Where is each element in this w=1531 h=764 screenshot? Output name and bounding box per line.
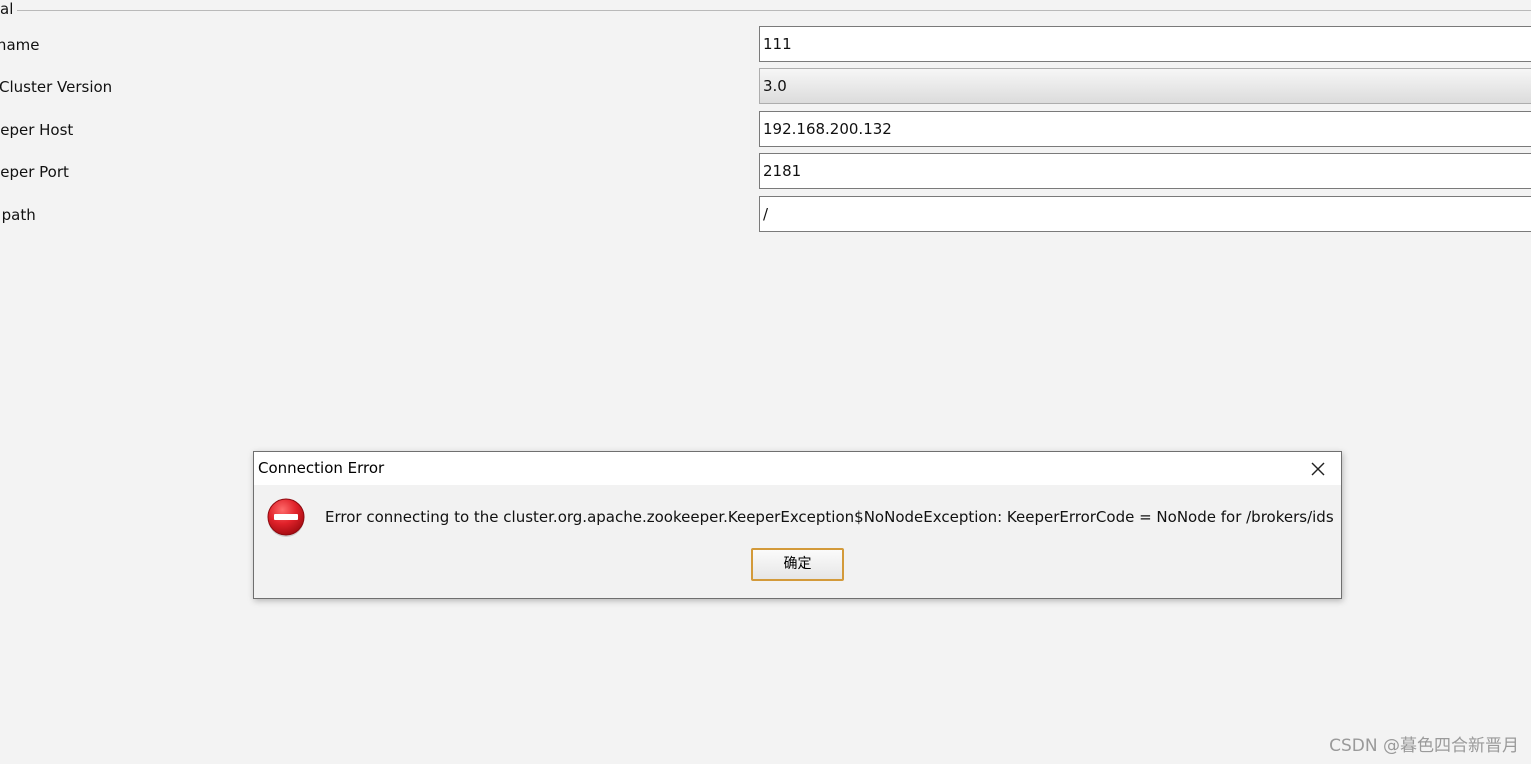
zookeeper-port-input[interactable]: 2181 bbox=[759, 153, 1531, 189]
cluster-version-select[interactable]: 3.0 bbox=[759, 68, 1531, 104]
zookeeper-host-label: eeper Host bbox=[0, 121, 74, 139]
ok-button[interactable]: 确定 bbox=[751, 548, 844, 581]
form-row-cluster-name: r name 111 bbox=[0, 26, 1531, 64]
watermark-text: CSDN @暮色四合新晋月 bbox=[1329, 736, 1519, 756]
cluster-name-input[interactable]: 111 bbox=[759, 26, 1531, 62]
form-row-chroot-path: t path / bbox=[0, 196, 1531, 234]
error-message: Error connecting to the cluster.org.apac… bbox=[325, 508, 1334, 526]
group-box-border bbox=[0, 10, 1531, 11]
chroot-path-label: t path bbox=[0, 206, 36, 224]
close-button[interactable] bbox=[1301, 456, 1335, 482]
cluster-name-label: r name bbox=[0, 36, 40, 54]
dialog-title: Connection Error bbox=[258, 459, 385, 477]
form-row-zookeeper-port: eeper Port 2181 bbox=[0, 153, 1531, 191]
form-row-zookeeper-host: eeper Host 192.168.200.132 bbox=[0, 111, 1531, 149]
group-box-legend: al bbox=[0, 0, 18, 18]
zookeeper-port-label: eeper Port bbox=[0, 163, 69, 181]
connection-error-dialog: Connection Error Error connecting to the… bbox=[253, 451, 1342, 599]
error-icon bbox=[267, 498, 305, 537]
chroot-path-input[interactable]: / bbox=[759, 196, 1531, 232]
dialog-titlebar[interactable]: Connection Error bbox=[254, 452, 1341, 485]
zookeeper-host-input[interactable]: 192.168.200.132 bbox=[759, 111, 1531, 147]
cluster-version-label: Cluster Version bbox=[0, 78, 113, 96]
app-window: al r name 111 Cluster Version 3.0 eeper … bbox=[0, 0, 1531, 764]
form-row-cluster-version: Cluster Version 3.0 bbox=[0, 68, 1531, 106]
close-icon bbox=[1311, 462, 1325, 476]
